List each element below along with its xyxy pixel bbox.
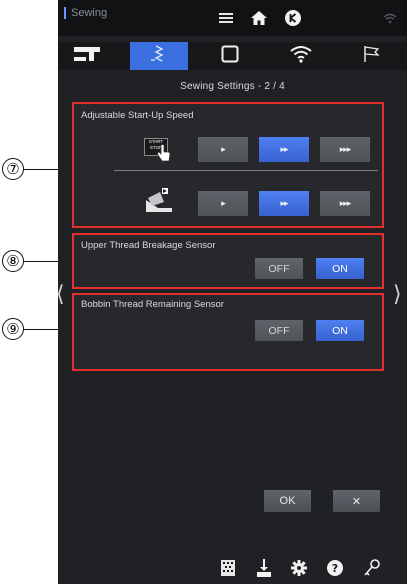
bobbin-winder-icon[interactable] bbox=[218, 557, 238, 579]
previous-page-arrow[interactable]: ⟨ bbox=[58, 282, 65, 307]
wireless-icon bbox=[290, 45, 312, 68]
ok-button[interactable]: OK bbox=[264, 490, 311, 512]
sewing-machine-icon bbox=[74, 46, 100, 66]
upper-thread-sensor-label: Upper Thread Breakage Sensor bbox=[81, 240, 216, 251]
upper-thread-sensor-panel: Upper Thread Breakage Sensor OFF ON bbox=[72, 233, 384, 289]
speed-button-medium-pedal[interactable]: ▸▸ bbox=[259, 191, 309, 216]
page-title: Sewing Settings - 2 / 4 bbox=[180, 81, 285, 92]
speed-button-medium-startstop[interactable]: ▸▸ bbox=[259, 137, 309, 162]
tab-flag[interactable] bbox=[343, 42, 401, 70]
bobbin-thread-off-button[interactable]: OFF bbox=[255, 320, 303, 341]
svg-text:?: ? bbox=[332, 562, 338, 575]
callout-9: ⑨ bbox=[2, 318, 24, 340]
home-icon[interactable] bbox=[248, 8, 270, 28]
cancel-button[interactable]: ✕ bbox=[333, 490, 380, 512]
menu-icon[interactable] bbox=[216, 8, 236, 28]
wifi-icon bbox=[380, 8, 400, 28]
key-icon[interactable] bbox=[361, 557, 383, 579]
settings-gear-icon[interactable] bbox=[288, 557, 310, 579]
tab-sewing-machine[interactable] bbox=[58, 42, 116, 70]
status-bar: Sewing bbox=[58, 0, 407, 36]
tab-frame[interactable] bbox=[201, 42, 259, 70]
needle-threader-icon[interactable] bbox=[253, 557, 275, 579]
bobbin-thread-sensor-panel: Bobbin Thread Remaining Sensor OFF ON bbox=[72, 293, 384, 371]
upper-thread-off-button[interactable]: OFF bbox=[255, 258, 303, 279]
sewing-settings-screen: Sewing Sewing Settings - 2 / 4 Adjustabl… bbox=[58, 0, 407, 584]
next-page-arrow[interactable]: ⟩ bbox=[393, 282, 402, 307]
bobbin-thread-on-button[interactable]: ON bbox=[316, 320, 364, 341]
k-logo-icon[interactable] bbox=[282, 8, 304, 28]
flag-icon bbox=[363, 45, 381, 68]
start-up-speed-panel: Adjustable Start-Up Speed START STOP ▸ ▸… bbox=[72, 102, 384, 228]
tab-stitch[interactable] bbox=[130, 42, 188, 70]
help-icon[interactable]: ? bbox=[324, 557, 346, 579]
square-icon bbox=[221, 45, 239, 68]
app-title: Sewing bbox=[64, 7, 107, 19]
callout-8: ⑧ bbox=[2, 250, 24, 272]
upper-thread-on-button[interactable]: ON bbox=[316, 258, 364, 279]
stitch-icon bbox=[149, 44, 169, 69]
bobbin-thread-sensor-label: Bobbin Thread Remaining Sensor bbox=[81, 299, 224, 310]
foot-pedal-icon bbox=[144, 186, 174, 214]
start-stop-button-icon: START STOP bbox=[144, 136, 174, 162]
speed-button-fast-startstop[interactable]: ▸▸▸ bbox=[320, 137, 370, 162]
speed-button-slow-pedal[interactable]: ▸ bbox=[198, 191, 248, 216]
tab-bar bbox=[58, 42, 407, 70]
start-up-speed-label: Adjustable Start-Up Speed bbox=[81, 110, 194, 121]
callout-7: ⑦ bbox=[2, 158, 24, 180]
speed-button-slow-startstop[interactable]: ▸ bbox=[198, 137, 248, 162]
speed-button-fast-pedal[interactable]: ▸▸▸ bbox=[320, 191, 370, 216]
divider bbox=[114, 170, 378, 171]
tab-wireless[interactable] bbox=[272, 42, 330, 70]
